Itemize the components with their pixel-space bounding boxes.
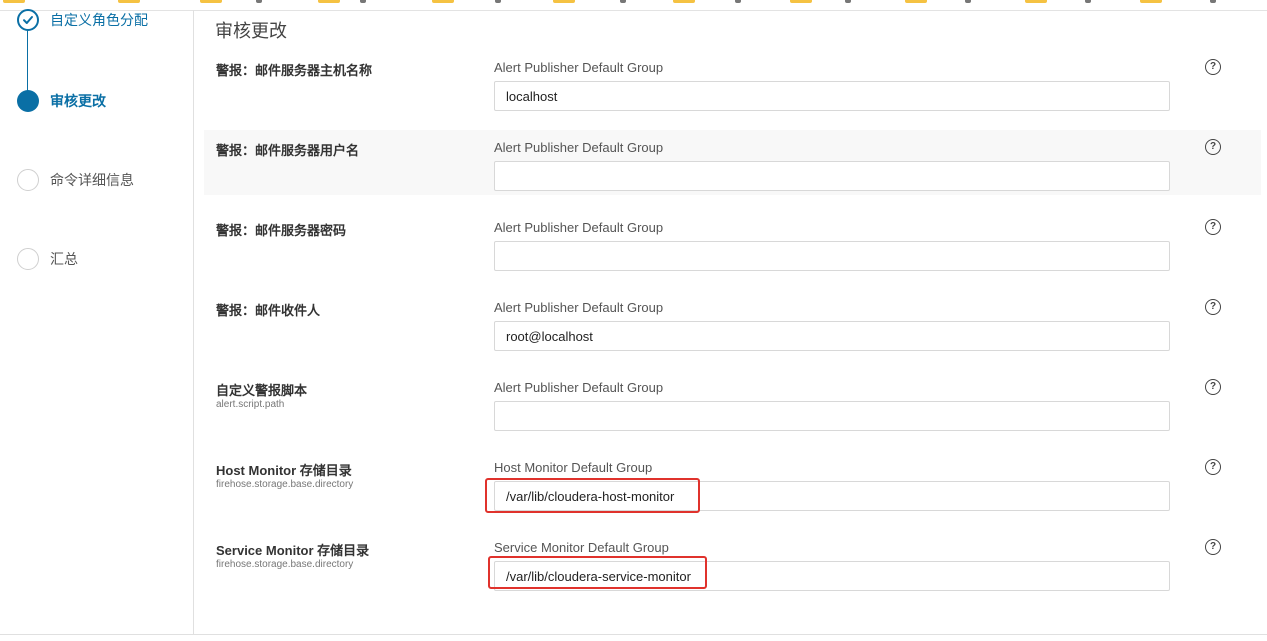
config-label: 警报：邮件收件人: [216, 303, 321, 318]
toolbar-remnant: [735, 0, 741, 3]
check-icon: [17, 9, 39, 31]
toolbar-remnant: [256, 0, 262, 3]
step-summary[interactable]: 汇总: [17, 248, 78, 270]
config-group: Alert Publisher Default Group: [494, 60, 664, 75]
config-group: Service Monitor Default Group: [494, 540, 669, 555]
config-label: 自定义警报脚本: [216, 383, 308, 398]
help-icon[interactable]: ?: [1205, 139, 1221, 155]
help-icon[interactable]: ?: [1205, 59, 1221, 75]
step-pending-indicator: [17, 248, 39, 270]
config-value-input[interactable]: [494, 241, 1170, 271]
help-icon[interactable]: ?: [1205, 219, 1221, 235]
config-row: Host Monitor 存储目录 firehose.storage.base.…: [204, 450, 1261, 530]
footer-divider: [0, 634, 1267, 635]
step-label: 汇总: [50, 251, 78, 267]
config-value-input[interactable]: [494, 161, 1170, 191]
help-icon[interactable]: ?: [1205, 539, 1221, 555]
toolbar-remnant: [495, 0, 501, 3]
config-row: Service Monitor 存储目录 firehose.storage.ba…: [204, 530, 1261, 610]
step-review-changes[interactable]: 审核更改: [17, 90, 106, 112]
step-label: 自定义角色分配: [50, 12, 148, 28]
toolbar-remnant: [360, 0, 366, 3]
config-key: firehose.storage.base.directory: [216, 479, 354, 490]
config-label: 警报：邮件服务器主机名称: [216, 63, 373, 78]
config-group: Alert Publisher Default Group: [494, 220, 664, 235]
config-group: Alert Publisher Default Group: [494, 300, 664, 315]
config-value-input[interactable]: [494, 321, 1170, 351]
config-group: Host Monitor Default Group: [494, 460, 653, 475]
toolbar-remnant: [1140, 0, 1162, 3]
step-custom-role-assignment[interactable]: 自定义角色分配: [17, 9, 148, 31]
config-key: firehose.storage.base.directory: [216, 559, 354, 570]
toolbar-remnant: [790, 0, 812, 3]
page-title: 审核更改: [215, 21, 287, 41]
review-changes-panel: 审核更改 警报：邮件服务器主机名称 Alert Publisher Defaul…: [194, 10, 1267, 634]
config-row: 自定义警报脚本 alert.script.path Alert Publishe…: [204, 370, 1261, 450]
config-label: 警报：邮件服务器用户名: [216, 143, 360, 158]
config-row: 警报：邮件收件人 Alert Publisher Default Group ?: [204, 290, 1261, 370]
config-label: Service Monitor 存储目录: [216, 543, 370, 558]
help-icon[interactable]: ?: [1205, 459, 1221, 475]
wizard-steps-sidebar: 自定义角色分配 审核更改 命令详细信息 汇总: [0, 9, 194, 634]
config-value-input[interactable]: [494, 401, 1170, 431]
step-active-indicator: [17, 90, 39, 112]
toolbar-remnant: [3, 0, 25, 3]
config-row: 警报：邮件服务器主机名称 Alert Publisher Default Gro…: [204, 50, 1261, 130]
help-icon[interactable]: ?: [1205, 299, 1221, 315]
toolbar-remnant: [965, 0, 971, 3]
step-command-details[interactable]: 命令详细信息: [17, 169, 134, 191]
config-group: Alert Publisher Default Group: [494, 380, 664, 395]
toolbar-remnant: [432, 0, 454, 3]
step-pending-indicator: [17, 169, 39, 191]
toolbar-remnant: [1210, 0, 1216, 3]
config-value-input[interactable]: [494, 81, 1170, 111]
toolbar-remnant: [905, 0, 927, 3]
toolbar-remnant: [318, 0, 340, 3]
config-label: Host Monitor 存储目录: [216, 463, 352, 478]
config-row: 警报：邮件服务器用户名 Alert Publisher Default Grou…: [204, 130, 1261, 195]
toolbar-remnant: [620, 0, 626, 3]
toolbar-remnant: [200, 0, 222, 3]
config-key: alert.script.path: [216, 399, 285, 410]
toolbar-remnant: [1085, 0, 1091, 3]
toolbar-remnant: [118, 0, 140, 3]
toolbar-remnant: [845, 0, 851, 3]
toolbar-remnant: [553, 0, 575, 3]
toolbar-remnant: [673, 0, 695, 3]
config-row: 警报：邮件服务器密码 Alert Publisher Default Group…: [204, 210, 1261, 290]
step-label: 命令详细信息: [50, 172, 134, 188]
toolbar-remnant: [1025, 0, 1047, 3]
config-label: 警报：邮件服务器密码: [216, 223, 347, 238]
step-label: 审核更改: [50, 93, 106, 109]
config-group: Alert Publisher Default Group: [494, 140, 664, 155]
config-value-input[interactable]: [494, 481, 1170, 511]
help-icon[interactable]: ?: [1205, 379, 1221, 395]
config-value-input[interactable]: [494, 561, 1170, 591]
